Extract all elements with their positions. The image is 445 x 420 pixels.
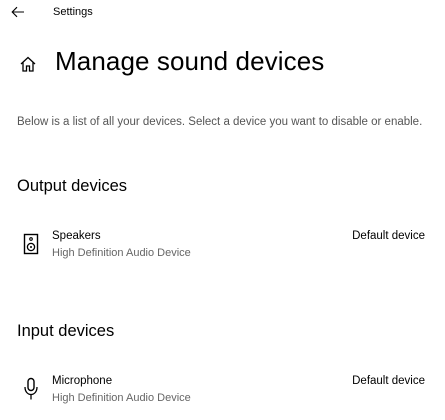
input-device-microphone[interactable]: Microphone High Definition Audio Device … [17,375,429,415]
input-devices-heading: Input devices [17,322,115,340]
output-device-speakers[interactable]: Speakers High Definition Audio Device De… [17,230,429,270]
home-icon [20,56,36,72]
page-title: Manage sound devices [55,46,325,76]
home-button[interactable] [17,53,39,75]
page-description: Below is a list of all your devices. Sel… [17,116,423,128]
title-bar: Settings [0,0,445,26]
device-status: Default device [352,230,425,242]
back-arrow-icon [11,6,24,18]
back-button[interactable] [8,3,28,21]
device-name: Microphone [52,375,113,387]
output-devices-heading: Output devices [17,177,128,195]
app-title: Settings [53,6,93,18]
device-description: High Definition Audio Device [52,392,191,404]
device-name: Speakers [52,230,101,242]
speaker-icon [21,232,41,256]
microphone-icon [21,377,41,401]
device-description: High Definition Audio Device [52,247,191,259]
device-status: Default device [352,375,425,387]
